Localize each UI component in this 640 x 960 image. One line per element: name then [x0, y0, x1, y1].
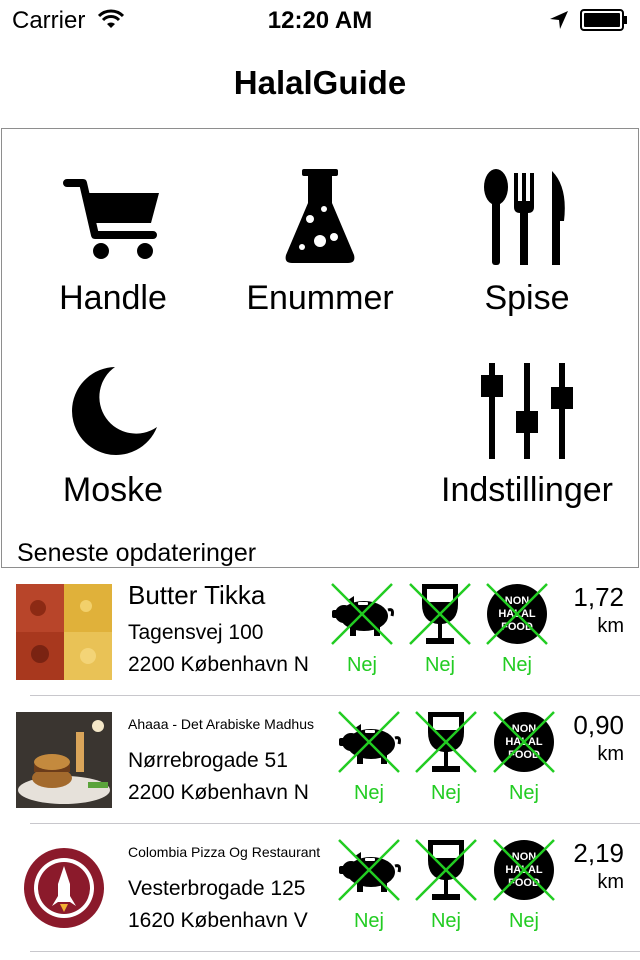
- non-halal-food-icon: NON HALAL FOOD: [493, 839, 555, 901]
- restaurant-street: Vesterbrogade 125: [128, 877, 306, 900]
- alcohol-badge: Nej: [414, 838, 478, 932]
- wine-glass-icon: [415, 711, 477, 773]
- distance: 0,90 km: [573, 710, 624, 766]
- distance-unit: km: [597, 743, 624, 765]
- menu-item-indstillinger[interactable]: Indstillinger: [427, 357, 627, 527]
- restaurant-name: Butter Tikka: [128, 580, 266, 610]
- page-title: HalalGuide: [233, 64, 407, 101]
- distance: 1,72 km: [573, 582, 624, 638]
- non-halal-badge: NON HALAL FOOD Nej: [485, 582, 549, 676]
- svg-text:FOOD: FOOD: [508, 749, 540, 761]
- non-halal-badge: NON HALAL FOOD Nej: [492, 710, 556, 804]
- non-halal-food-icon: NON HALAL FOOD: [493, 711, 555, 773]
- alcohol-badge: Nej: [408, 582, 472, 676]
- section-title: Seneste opdateringer: [17, 539, 257, 567]
- alcohol-badge: Nej: [414, 710, 478, 804]
- distance: 2,19 km: [573, 838, 624, 894]
- menu-item-moske[interactable]: Moske: [13, 357, 213, 527]
- restaurant-city: 2200 København N: [128, 653, 309, 676]
- pig-icon: [338, 839, 401, 901]
- wine-glass-icon: [409, 583, 471, 645]
- list-item[interactable]: Colombia Pizza Og Restaurant Vesterbroga…: [0, 824, 640, 952]
- clock: 12:20 AM: [267, 7, 373, 34]
- distance-value: 1,72: [573, 582, 624, 612]
- menu-label-moske: Moske: [62, 471, 164, 509]
- non-halal-label: Nej: [508, 910, 539, 932]
- flask-icon: [285, 169, 355, 263]
- non-halal-label: Nej: [508, 782, 539, 804]
- restaurant-name: Colombia Pizza Og Restaurant: [128, 844, 321, 860]
- pig-icon: [338, 711, 401, 773]
- cutlery-icon: [484, 169, 565, 265]
- main-menu: Handle Enummer Spise Moske Indstillinger…: [1, 128, 639, 568]
- restaurant-city: 1620 København V: [128, 909, 308, 932]
- pork-label: Nej: [346, 654, 377, 676]
- non-halal-badge: NON HALAL FOOD Nej: [492, 838, 556, 932]
- alcohol-label: Nej: [430, 782, 461, 804]
- menu-item-handle[interactable]: Handle: [13, 165, 213, 335]
- non-halal-label: Nej: [501, 654, 532, 676]
- menu-label-spise: Spise: [484, 279, 570, 317]
- restaurant-street: Nørrebrogade 51: [128, 749, 288, 772]
- distance-value: 2,19: [573, 838, 624, 868]
- pork-badge: Nej: [337, 838, 401, 932]
- distance-value: 0,90: [573, 710, 624, 740]
- distance-unit: km: [597, 871, 624, 893]
- restaurant-photo: [16, 712, 112, 808]
- moon-icon: [72, 367, 157, 455]
- list-item[interactable]: Ahaaa - Det Arabiske Madhus Nørrebrogade…: [0, 696, 640, 824]
- menu-label-indstillinger: Indstillinger: [441, 471, 613, 509]
- restaurant-city: 2200 København N: [128, 781, 309, 804]
- pig-icon: [331, 583, 394, 645]
- location-arrow-icon: [548, 9, 570, 36]
- svg-text:FOOD: FOOD: [501, 621, 533, 633]
- restaurant-photo: [16, 584, 112, 680]
- restaurant-street: Tagensvej 100: [128, 621, 264, 644]
- menu-item-spise[interactable]: Spise: [427, 165, 627, 335]
- non-halal-food-icon: NON HALAL FOOD: [486, 583, 548, 645]
- pork-label: Nej: [353, 910, 384, 932]
- sliders-icon: [481, 363, 573, 459]
- pork-badge: Nej: [330, 582, 394, 676]
- alcohol-label: Nej: [430, 910, 461, 932]
- shopping-cart-icon: [63, 179, 159, 259]
- alcohol-label: Nej: [424, 654, 455, 676]
- status-bar: Carrier 12:20 AM: [0, 0, 640, 40]
- svg-text:FOOD: FOOD: [508, 877, 540, 889]
- restaurant-name: Ahaaa - Det Arabiske Madhus: [128, 716, 314, 732]
- wine-glass-icon: [415, 839, 477, 901]
- pork-badge: Nej: [337, 710, 401, 804]
- pork-label: Nej: [353, 782, 384, 804]
- restaurant-logo: [16, 840, 112, 936]
- distance-unit: km: [597, 615, 624, 637]
- row-separator: [30, 951, 640, 952]
- battery-icon: [580, 9, 628, 36]
- list-item[interactable]: Butter Tikka Tagensvej 100 2200 Københav…: [0, 568, 640, 696]
- menu-item-enummer[interactable]: Enummer: [220, 165, 420, 335]
